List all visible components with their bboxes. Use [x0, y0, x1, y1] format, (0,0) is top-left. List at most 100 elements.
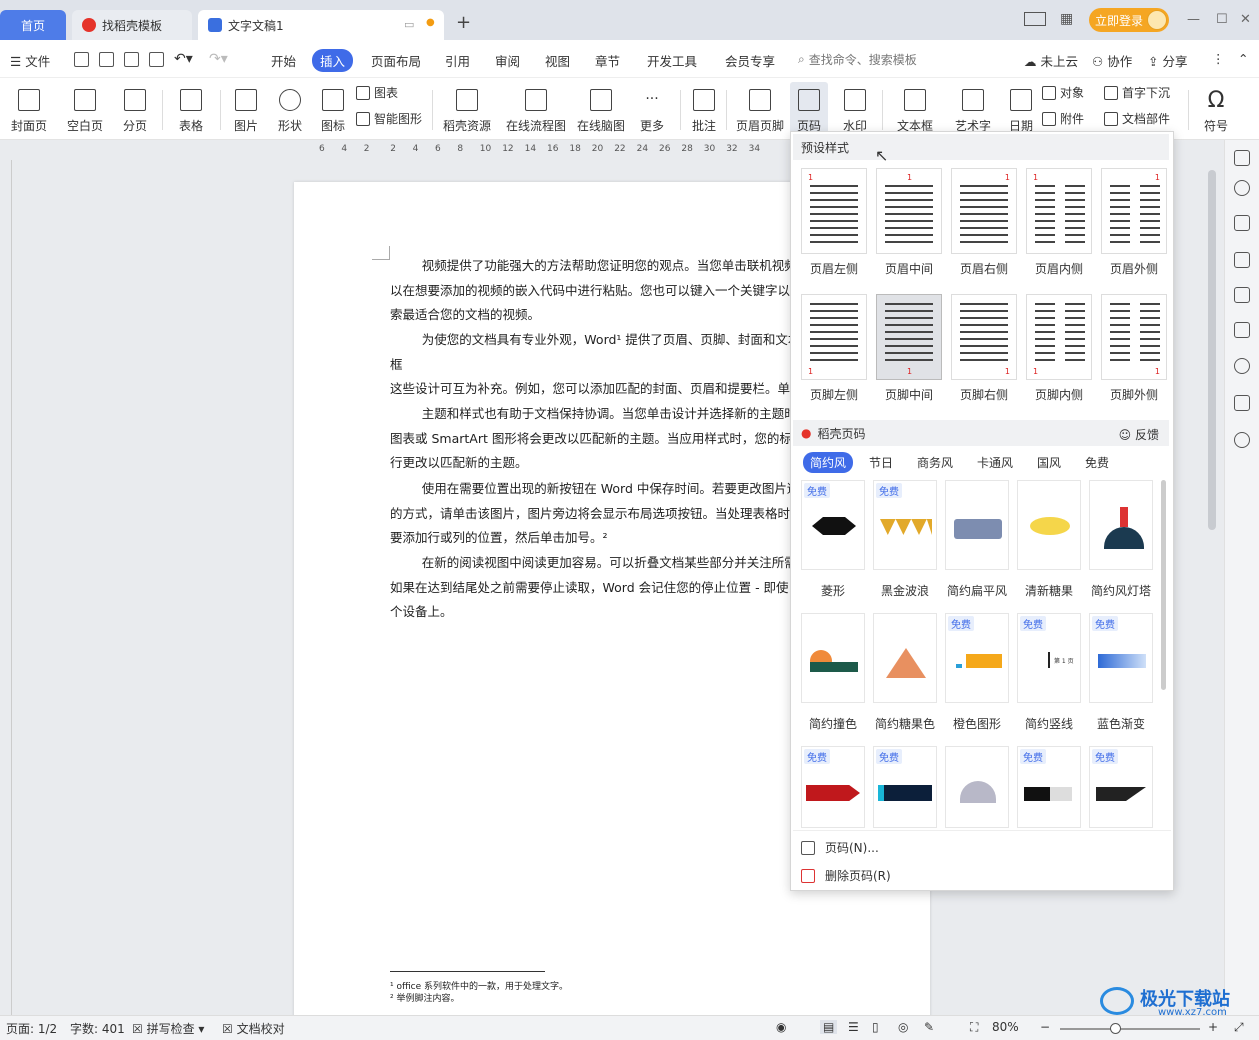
- tab-home[interactable]: 首页: [0, 10, 66, 40]
- redo-icon[interactable]: ↷▾: [209, 51, 228, 67]
- watermark-button[interactable]: 水印: [834, 82, 876, 134]
- page-number-button[interactable]: 页码: [790, 82, 828, 134]
- help-icon[interactable]: [1234, 432, 1250, 448]
- category-tab[interactable]: 商务风: [917, 454, 953, 471]
- cover-page-button[interactable]: 封面页: [6, 82, 52, 134]
- paragraph-3[interactable]: 主题和样式也有助于文档保持协调。当您单击设计并选择新的主题时 图表或 Smart…: [390, 402, 810, 477]
- blank-page-button[interactable]: 空白页: [62, 82, 108, 134]
- collapse-ribbon-icon[interactable]: ⌃: [1238, 51, 1248, 66]
- style-card[interactable]: 免费: [1089, 613, 1153, 703]
- preset-3[interactable]: 1: [951, 168, 1017, 254]
- category-tab[interactable]: 卡通风: [977, 454, 1013, 471]
- shape-button[interactable]: 形状: [272, 82, 308, 134]
- zoom-slider-handle[interactable]: [1110, 1023, 1121, 1034]
- zoom-in-icon[interactable]: +: [1208, 1020, 1218, 1034]
- pen-icon[interactable]: [1234, 215, 1250, 231]
- page-break-button[interactable]: 分页: [116, 82, 154, 134]
- comment-button[interactable]: 批注: [688, 82, 720, 134]
- share-button[interactable]: ⇪ 分享: [1148, 51, 1187, 70]
- style-card[interactable]: 免费: [945, 613, 1009, 703]
- sidebar-toggle-icon[interactable]: [1234, 150, 1250, 166]
- print-icon[interactable]: [124, 52, 139, 67]
- category-tab[interactable]: 国风: [1037, 454, 1061, 471]
- style-card[interactable]: 免费: [1017, 746, 1081, 828]
- style-card[interactable]: [945, 746, 1009, 828]
- scroll-thumb[interactable]: [1208, 170, 1216, 530]
- fit-page-icon[interactable]: ⛶: [970, 1020, 978, 1035]
- table-button[interactable]: 表格: [170, 82, 212, 134]
- collab-button[interactable]: ⚇ 协作: [1092, 51, 1132, 70]
- symbol-button[interactable]: Ω 符号: [1196, 82, 1236, 134]
- new-tab-icon[interactable]: +: [456, 12, 471, 33]
- cloud-status[interactable]: ☁ 未上云: [1024, 51, 1078, 70]
- rocket-icon[interactable]: [1234, 180, 1250, 196]
- paragraph-1[interactable]: 视频提供了功能强大的方法帮助您证明您的观点。当您单击联机视频 以在想要添加的视频…: [390, 254, 810, 329]
- page-view-icon[interactable]: ▤: [820, 1020, 838, 1034]
- login-button[interactable]: 立即登录: [1089, 8, 1169, 32]
- wordart-button[interactable]: 艺术字: [948, 82, 998, 134]
- smart-art-button[interactable]: 智能图形: [356, 110, 422, 127]
- category-tab[interactable]: 节日: [869, 454, 893, 471]
- monitor-icon[interactable]: ▭: [404, 18, 414, 31]
- menu-review[interactable]: 审阅: [495, 51, 520, 70]
- compass-icon[interactable]: [1234, 358, 1250, 374]
- style-card[interactable]: 免费: [801, 746, 865, 828]
- menu-section[interactable]: 章节: [595, 51, 620, 70]
- zoom-out-icon[interactable]: −: [1040, 1020, 1050, 1034]
- word-count[interactable]: 字数: 401: [70, 1020, 125, 1037]
- web-view-icon[interactable]: ◎: [898, 1020, 908, 1034]
- undo-icon[interactable]: ↶▾: [174, 51, 193, 67]
- preset-7[interactable]: 1: [876, 294, 942, 380]
- attachment-button[interactable]: 附件: [1042, 110, 1084, 127]
- page-count[interactable]: 页面: 1/2: [6, 1020, 57, 1037]
- preset-4[interactable]: 1: [1026, 168, 1092, 254]
- header-footer-button[interactable]: 页眉页脚: [734, 82, 786, 134]
- eye-icon[interactable]: ◉: [776, 1020, 786, 1034]
- book-icon[interactable]: [1234, 395, 1250, 411]
- maximize-icon[interactable]: ☐: [1216, 12, 1228, 27]
- picture-button[interactable]: 图片: [228, 82, 264, 134]
- footnote-2[interactable]: ² 举例脚注内容。: [390, 991, 459, 1004]
- layout-icon[interactable]: [1024, 12, 1046, 26]
- preset-9[interactable]: 1: [1026, 294, 1092, 380]
- style-card[interactable]: [1089, 480, 1153, 570]
- menu-start[interactable]: 开始: [271, 51, 296, 70]
- style-card[interactable]: [873, 613, 937, 703]
- menu-dev-tools[interactable]: 开发工具: [647, 51, 697, 70]
- preset-10[interactable]: 1: [1101, 294, 1167, 380]
- export-pdf-icon[interactable]: [99, 52, 114, 67]
- preset-2[interactable]: 1: [876, 168, 942, 254]
- icon-button[interactable]: 图标: [316, 82, 350, 134]
- command-search[interactable]: ⌕ 查找命令、搜索模板: [798, 48, 998, 70]
- write-view-icon[interactable]: ✎: [924, 1020, 934, 1034]
- preset-6[interactable]: 1: [801, 294, 867, 380]
- fullscreen-icon[interactable]: ⤢: [1234, 1020, 1244, 1035]
- style-card[interactable]: 免费: [873, 480, 937, 570]
- flowchart-button[interactable]: 在线流程图: [502, 82, 570, 134]
- paragraph-2[interactable]: 为使您的文档具有专业外观，Word¹ 提供了页眉、页脚、封面和文本框 这些设计可…: [390, 328, 810, 403]
- print-preview-icon[interactable]: [149, 52, 164, 67]
- feedback-button[interactable]: ☺ 反馈: [1119, 426, 1159, 443]
- page-number-settings-button[interactable]: 页码(N)...: [801, 839, 879, 856]
- style-card[interactable]: [945, 480, 1009, 570]
- doc-parts-button[interactable]: 文档部件: [1104, 110, 1170, 127]
- read-view-icon[interactable]: ▯: [872, 1020, 879, 1034]
- category-tab[interactable]: 简约风: [803, 452, 854, 473]
- menu-reference[interactable]: 引用: [445, 51, 470, 70]
- popup-scrollbar[interactable]: [1161, 480, 1166, 690]
- style-card[interactable]: 免费: [801, 480, 865, 570]
- more-button[interactable]: ··· 更多: [634, 82, 670, 134]
- pointer-icon[interactable]: [1234, 252, 1250, 268]
- menu-insert[interactable]: 插入: [312, 49, 354, 72]
- proofread-button[interactable]: ☒ 文档校对: [222, 1020, 285, 1037]
- apps-grid-icon[interactable]: ▦: [1060, 11, 1073, 27]
- style-card[interactable]: [1017, 480, 1081, 570]
- style-card[interactable]: [801, 613, 865, 703]
- tab-document[interactable]: 文字文稿1 ▭ ●: [198, 10, 444, 40]
- menu-view[interactable]: 视图: [545, 51, 570, 70]
- zoom-level[interactable]: 80%: [992, 1020, 1019, 1034]
- minimize-icon[interactable]: —: [1187, 12, 1200, 27]
- preset-8[interactable]: 1: [951, 294, 1017, 380]
- save-icon[interactable]: [74, 52, 89, 67]
- object-button[interactable]: 对象: [1042, 84, 1084, 101]
